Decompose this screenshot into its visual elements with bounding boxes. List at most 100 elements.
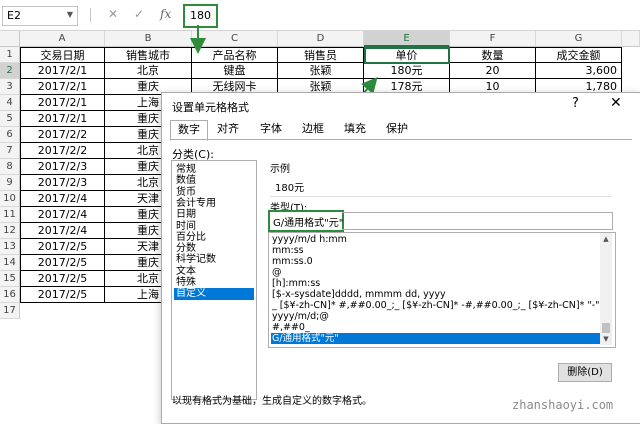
grid-cell[interactable]: 2017/2/2 — [20, 143, 105, 159]
grid-cell[interactable]: 数量 — [450, 47, 536, 63]
grid-cell[interactable]: 2017/2/3 — [20, 175, 105, 191]
grid-cell[interactable]: 2017/2/4 — [20, 207, 105, 223]
row-header-14[interactable]: 14 — [0, 255, 20, 271]
format-item[interactable]: mm:ss.0 — [271, 256, 602, 267]
row-header-16[interactable]: 16 — [0, 287, 20, 303]
row-header-15[interactable]: 15 — [0, 271, 20, 287]
format-item[interactable]: yyyy/m/d;@ — [271, 311, 602, 322]
tab-3[interactable]: 字体 — [252, 120, 290, 138]
scroll-up-icon[interactable]: ▲ — [600, 233, 612, 245]
grid-cell[interactable]: 180元 — [364, 63, 450, 79]
tab-4[interactable]: 边框 — [294, 120, 332, 138]
category-item[interactable]: 日期 — [174, 209, 254, 221]
column-header-e[interactable]: E — [364, 31, 450, 47]
formula-separator — [90, 8, 91, 22]
category-item[interactable]: 文本 — [174, 266, 254, 278]
grid-cell[interactable]: 2017/2/4 — [20, 223, 105, 239]
row-header-2[interactable]: 2 — [0, 63, 20, 79]
row-header-1[interactable]: 1 — [0, 47, 20, 63]
grid-cell[interactable]: 2017/2/1 — [20, 95, 105, 111]
scroll-down-icon[interactable]: ▼ — [600, 333, 612, 345]
row-header-10[interactable]: 10 — [0, 191, 20, 207]
column-header-d[interactable]: D — [278, 31, 364, 47]
row-header-7[interactable]: 7 — [0, 143, 20, 159]
format-item[interactable]: [h]:mm:ss — [271, 278, 602, 289]
format-description: 以现有格式为基础，生成自定义的数字格式。 — [172, 396, 372, 407]
grid-cell[interactable]: 2017/2/2 — [20, 127, 105, 143]
category-list[interactable]: 常规 数值 货币 会计专用 日期 时间 百分比 分数 科学记数 文本 特殊 自定义 — [171, 160, 257, 400]
tab-2[interactable]: 对齐 — [208, 120, 248, 138]
formula-input[interactable]: 180 — [183, 4, 218, 28]
formula-value: 180 — [190, 9, 211, 22]
format-item[interactable]: G/通用格式"元" — [271, 333, 602, 344]
help-icon[interactable]: ? — [572, 96, 579, 111]
sample-value: 180元 — [275, 183, 305, 194]
format-item[interactable]: yyyy/m/d h:mm — [271, 234, 602, 245]
format-item[interactable]: mm:ss — [271, 245, 602, 256]
scroll-thumb[interactable] — [602, 323, 610, 333]
select-all-corner[interactable] — [0, 31, 20, 47]
category-item[interactable]: 自定义 — [174, 288, 254, 301]
format-item[interactable]: @ — [271, 267, 602, 278]
grid-cell[interactable]: 2017/2/1 — [20, 63, 105, 79]
tab-divider — [170, 139, 632, 140]
category-item[interactable]: 货币 — [174, 187, 254, 199]
function-icon[interactable]: fx — [160, 7, 171, 21]
grid-cell[interactable]: 成交金额 — [536, 47, 622, 63]
grid-cell[interactable]: 2017/2/5 — [20, 239, 105, 255]
column-header-b[interactable]: B — [105, 31, 192, 47]
grid-cell[interactable]: 2017/2/3 — [20, 159, 105, 175]
row-header-12[interactable]: 12 — [0, 223, 20, 239]
row-header-17[interactable]: 17 — [0, 303, 20, 319]
row-header-5[interactable]: 5 — [0, 111, 20, 127]
name-box-value: E2 — [7, 9, 21, 22]
grid-cell[interactable]: 销售员 — [278, 47, 364, 63]
grid-cell[interactable]: 北京 — [105, 63, 192, 79]
format-list[interactable]: yyyy/m/d h:mm mm:ss mm:ss.0 @ [h]:mm:ss [$-x-… — [268, 232, 616, 348]
chevron-down-icon[interactable]: ▼ — [67, 10, 73, 19]
grid-cell[interactable]: 交易日期 — [20, 47, 105, 63]
row-header-9[interactable]: 9 — [0, 175, 20, 191]
tab-5[interactable]: 填充 — [336, 120, 374, 138]
grid-cell[interactable]: 产品名称 — [192, 47, 278, 63]
name-box[interactable]: E2 ▼ — [2, 6, 78, 26]
column-header-a[interactable]: A — [20, 31, 105, 47]
grid-cell[interactable]: 2017/2/5 — [20, 271, 105, 287]
format-item[interactable]: #,##0_ — [271, 322, 602, 333]
grid-cell[interactable]: 3,600 — [536, 63, 622, 79]
grid-cell[interactable]: 20 — [450, 63, 536, 79]
type-input[interactable]: G/通用格式"元" — [268, 210, 344, 232]
grid-cell[interactable]: 2017/2/4 — [20, 191, 105, 207]
confirm-icon[interactable]: ✓ — [134, 7, 144, 21]
format-item[interactable]: _ [$¥-zh-CN]* #,##0.00_;_ [$¥-zh-CN]* -#… — [271, 300, 602, 311]
grid-cell[interactable]: 2017/2/5 — [20, 255, 105, 271]
column-header-f[interactable]: F — [450, 31, 536, 47]
column-header-c[interactable]: C — [192, 31, 278, 47]
row-header-4[interactable]: 4 — [0, 95, 20, 111]
selected-cell-e2[interactable] — [364, 47, 450, 64]
category-item[interactable]: 百分比 — [174, 232, 254, 244]
grid-cell[interactable]: 2017/2/1 — [20, 111, 105, 127]
type-input-field[interactable] — [342, 212, 613, 230]
row-header-8[interactable]: 8 — [0, 159, 20, 175]
row-header-11[interactable]: 11 — [0, 207, 20, 223]
category-item[interactable]: 数值 — [174, 175, 254, 187]
category-item[interactable]: 时间 — [174, 221, 254, 233]
tab-6[interactable]: 保护 — [378, 120, 416, 138]
format-item[interactable]: [$-x-sysdate]dddd, mmmm dd, yyyy — [271, 289, 602, 300]
grid-cell[interactable]: 键盘 — [192, 63, 278, 79]
grid-cell[interactable]: 销售城市 — [105, 47, 192, 63]
grid-cell[interactable]: 2017/2/5 — [20, 287, 105, 303]
cancel-icon[interactable]: ✕ — [108, 7, 118, 21]
tab-1[interactable]: 数字 — [170, 120, 208, 141]
category-item[interactable]: 科学记数 — [174, 254, 254, 266]
delete-button[interactable]: 删除(D) — [558, 363, 612, 382]
row-header-13[interactable]: 13 — [0, 239, 20, 255]
column-header-g[interactable]: G — [536, 31, 622, 47]
row-header-3[interactable]: 3 — [0, 79, 20, 95]
row-header-6[interactable]: 6 — [0, 127, 20, 143]
close-icon[interactable]: ✕ — [610, 95, 622, 111]
column-header-blank[interactable] — [622, 31, 640, 47]
grid-cell[interactable]: 张颖 — [278, 63, 364, 79]
grid-cell[interactable]: 2017/2/1 — [20, 79, 105, 95]
